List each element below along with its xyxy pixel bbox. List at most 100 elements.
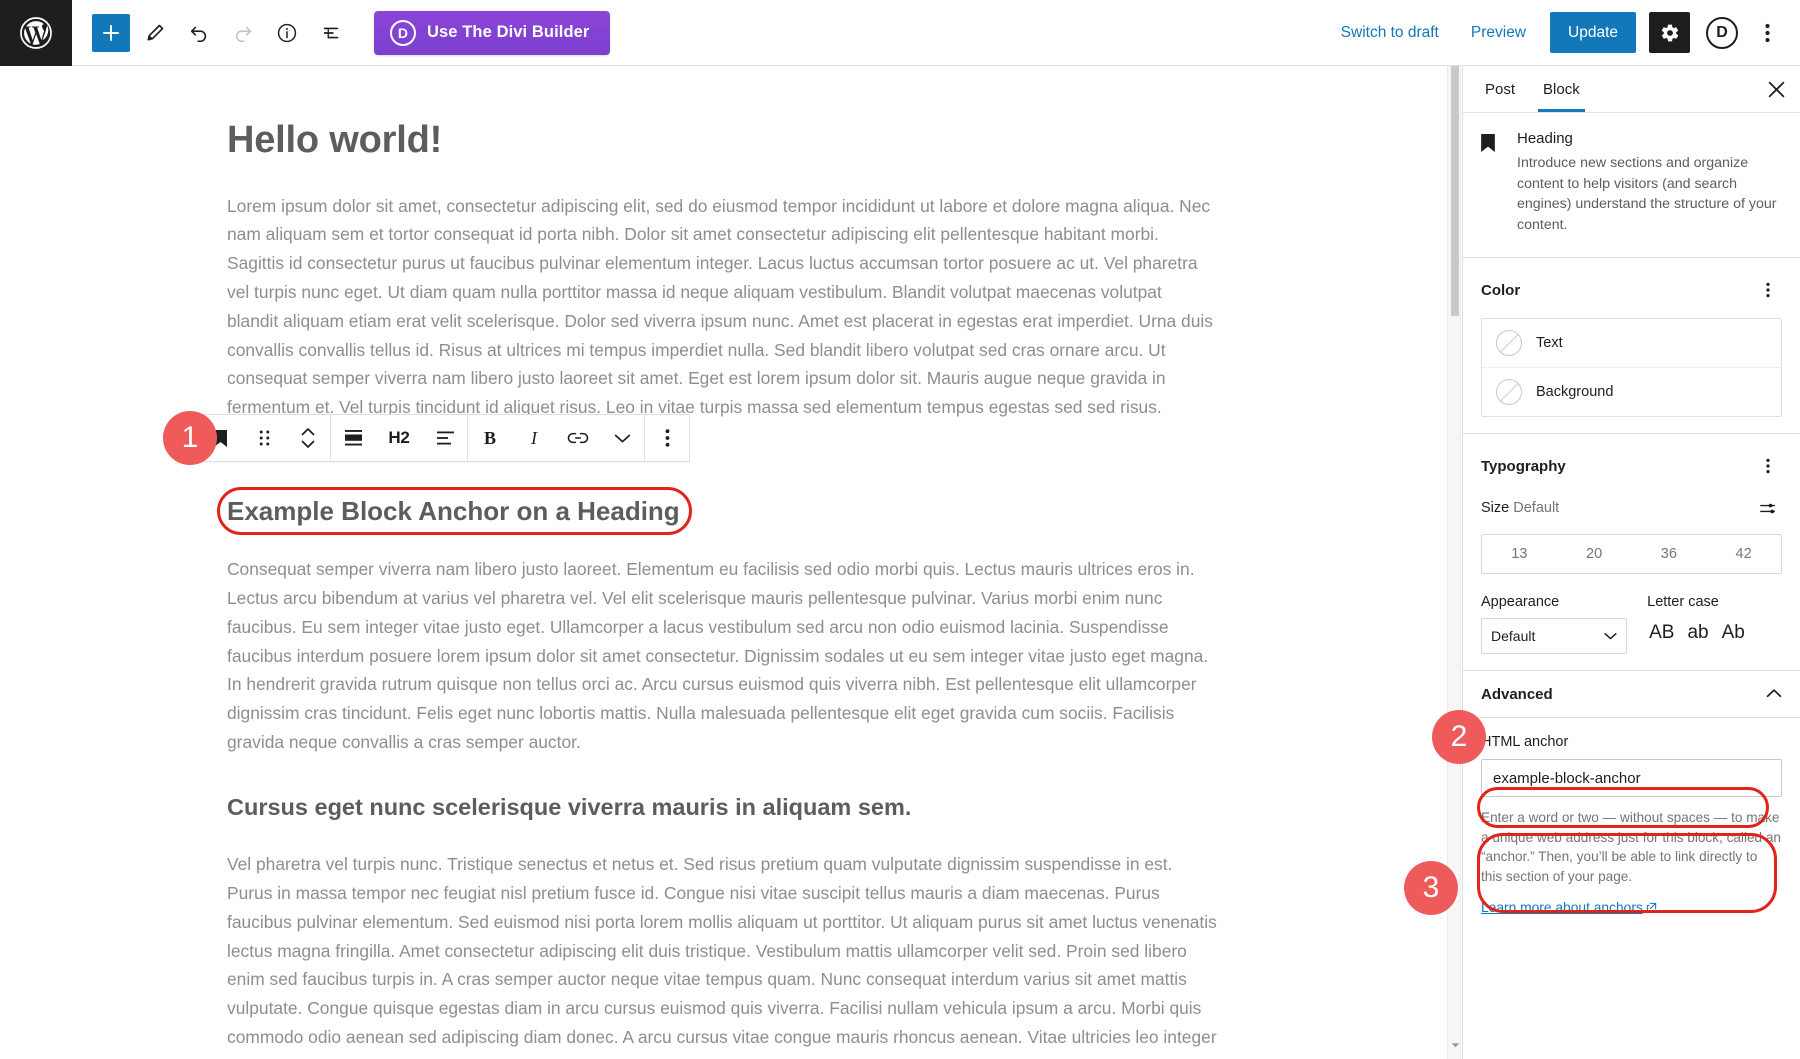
close-sidebar-x-icon[interactable] <box>1756 69 1796 109</box>
top-toolbar-left-tools: D Use The Divi Builder <box>72 11 610 55</box>
paragraph-block-2[interactable]: Consequat semper viverra nam libero just… <box>227 555 1217 757</box>
learn-more-label: Learn more about anchors <box>1481 900 1643 915</box>
sidebar-scrollbar-thumb[interactable] <box>1451 66 1459 316</box>
italic-button[interactable]: I <box>512 415 556 461</box>
background-color-none-swatch-icon <box>1496 379 1522 405</box>
font-size-label: Size <box>1481 500 1509 516</box>
letter-case-capitalize-button[interactable]: Ab <box>1720 620 1747 646</box>
paragraph-block-3[interactable]: Vel pharetra vel turpis nunc. Tristique … <box>227 850 1217 1059</box>
details-info-button[interactable] <box>268 14 306 52</box>
block-toolbar-group-options <box>645 415 689 461</box>
paragraph-block-1[interactable]: Lorem ipsum dolor sit amet, consectetur … <box>227 192 1217 451</box>
advanced-section: Advanced HTML anchor Enter a word or two… <box>1463 671 1800 927</box>
color-section-header: Color <box>1481 276 1782 304</box>
link-button[interactable] <box>556 415 600 461</box>
letter-case-options: AB ab Ab <box>1647 618 1782 646</box>
color-section-options-kebab-icon[interactable] <box>1754 276 1782 304</box>
chevron-up-icon <box>1766 685 1782 703</box>
color-section: Color Text Background <box>1463 258 1800 434</box>
tab-block[interactable]: Block <box>1529 66 1594 112</box>
tab-post[interactable]: Post <box>1471 66 1529 112</box>
post-content-column: Hello world! Lorem ipsum dolor sit amet,… <box>227 66 1217 1059</box>
letter-case-uppercase-button[interactable]: AB <box>1647 620 1676 646</box>
block-info-text: Heading Introduce new sections and organ… <box>1517 130 1782 235</box>
block-info-description: Introduce new sections and organize cont… <box>1517 153 1782 235</box>
annotation-badge-1: 1 <box>163 411 217 465</box>
heading-level-h2-button[interactable]: H2 <box>375 415 423 461</box>
move-up-down-button[interactable] <box>286 415 330 461</box>
color-row-background[interactable]: Background <box>1482 367 1781 416</box>
color-row-text[interactable]: Text <box>1482 319 1781 367</box>
divi-logo-icon: D <box>390 20 416 46</box>
list-view-button[interactable] <box>312 14 350 52</box>
preview-button[interactable]: Preview <box>1455 16 1542 50</box>
drag-handle-dots-icon[interactable] <box>242 415 286 461</box>
wordpress-logo-icon[interactable] <box>0 0 72 66</box>
editor-top-toolbar: D Use The Divi Builder Switch to draft P… <box>0 0 1800 66</box>
appearance-select[interactable]: Default <box>1481 618 1627 654</box>
block-options-kebab-icon[interactable] <box>645 415 689 461</box>
wordpress-block-editor: D Use The Divi Builder Switch to draft P… <box>0 0 1800 1059</box>
block-info-title: Heading <box>1517 130 1782 147</box>
html-anchor-help-text: Enter a word or two — without spaces — t… <box>1481 808 1782 886</box>
sub-heading-block-2[interactable]: Cursus eget nunc scelerisque viverra mau… <box>227 793 1217 822</box>
sidebar-scrollbar[interactable] <box>1447 66 1461 1059</box>
heading-bookmark-icon <box>1479 130 1503 235</box>
text-alignment-button[interactable] <box>423 415 467 461</box>
color-section-title: Color <box>1481 282 1520 299</box>
example-block-anchor-heading[interactable]: Example Block Anchor on a Heading <box>227 495 680 528</box>
h2-icon: H2 <box>388 428 409 448</box>
more-options-kebab-icon[interactable] <box>1748 14 1786 52</box>
font-size-row: Size Default <box>1481 494 1782 522</box>
anchor-heading-wrapper: Example Block Anchor on a Heading <box>227 495 680 528</box>
appearance-lettercase-row: Appearance Default Letter case AB ab Ab <box>1481 594 1782 654</box>
edit-tool-button[interactable] <box>136 14 174 52</box>
background-color-label: Background <box>1536 384 1613 400</box>
block-floating-toolbar[interactable]: H2 B I <box>197 414 690 462</box>
appearance-selected-value: Default <box>1491 628 1535 644</box>
divi-settings-icon[interactable]: D <box>1706 17 1738 49</box>
html-anchor-input[interactable] <box>1481 759 1782 797</box>
block-toolbar-group-heading: H2 <box>331 415 468 461</box>
text-align-block-button[interactable] <box>331 415 375 461</box>
font-size-option-36[interactable]: 36 <box>1632 535 1707 573</box>
italic-icon: I <box>531 428 537 449</box>
font-size-sliders-icon[interactable] <box>1754 494 1782 522</box>
advanced-section-title: Advanced <box>1481 686 1553 703</box>
letter-case-lowercase-button[interactable]: ab <box>1685 620 1710 646</box>
typography-section-header: Typography <box>1481 452 1782 480</box>
settings-gear-icon[interactable] <box>1649 12 1690 53</box>
appearance-field: Appearance Default <box>1481 594 1627 654</box>
update-button[interactable]: Update <box>1550 12 1636 53</box>
html-anchor-label: HTML anchor <box>1481 734 1782 750</box>
learn-more-about-anchors-link[interactable]: Learn more about anchors <box>1481 900 1657 915</box>
block-info-panel: Heading Introduce new sections and organ… <box>1463 113 1800 258</box>
font-size-option-20[interactable]: 20 <box>1557 535 1632 573</box>
divi-button-label: Use The Divi Builder <box>427 23 589 42</box>
post-title-heading[interactable]: Hello world! <box>227 66 1217 164</box>
external-link-icon <box>1646 902 1657 913</box>
sidebar-scroll-down-arrow-icon[interactable] <box>1448 1037 1462 1053</box>
font-size-option-42[interactable]: 42 <box>1706 535 1781 573</box>
chevron-down-icon <box>1604 632 1617 641</box>
bold-button[interactable]: B <box>468 415 512 461</box>
add-block-button[interactable] <box>92 14 130 52</box>
undo-button[interactable] <box>180 14 218 52</box>
text-color-none-swatch-icon <box>1496 330 1522 356</box>
typography-section-options-kebab-icon[interactable] <box>1754 452 1782 480</box>
font-size-label-group: Size Default <box>1481 500 1559 516</box>
editor-canvas[interactable]: Hello world! Lorem ipsum dolor sit amet,… <box>0 66 1462 1059</box>
use-divi-builder-button[interactable]: D Use The Divi Builder <box>374 11 610 55</box>
text-color-label: Text <box>1536 335 1563 351</box>
block-toolbar-group-format: B I <box>468 415 645 461</box>
bold-icon: B <box>484 428 496 449</box>
typography-section: Typography Size Default <box>1463 434 1800 671</box>
redo-button[interactable] <box>224 14 262 52</box>
advanced-section-toggle[interactable]: Advanced <box>1463 671 1800 718</box>
annotation-badge-3: 3 <box>1404 861 1458 915</box>
more-formats-chevron-down-icon[interactable] <box>600 415 644 461</box>
font-size-option-13[interactable]: 13 <box>1482 535 1557 573</box>
switch-to-draft-button[interactable]: Switch to draft <box>1325 16 1455 50</box>
appearance-label: Appearance <box>1481 594 1627 610</box>
sidebar-tab-bar: Post Block <box>1463 66 1800 113</box>
